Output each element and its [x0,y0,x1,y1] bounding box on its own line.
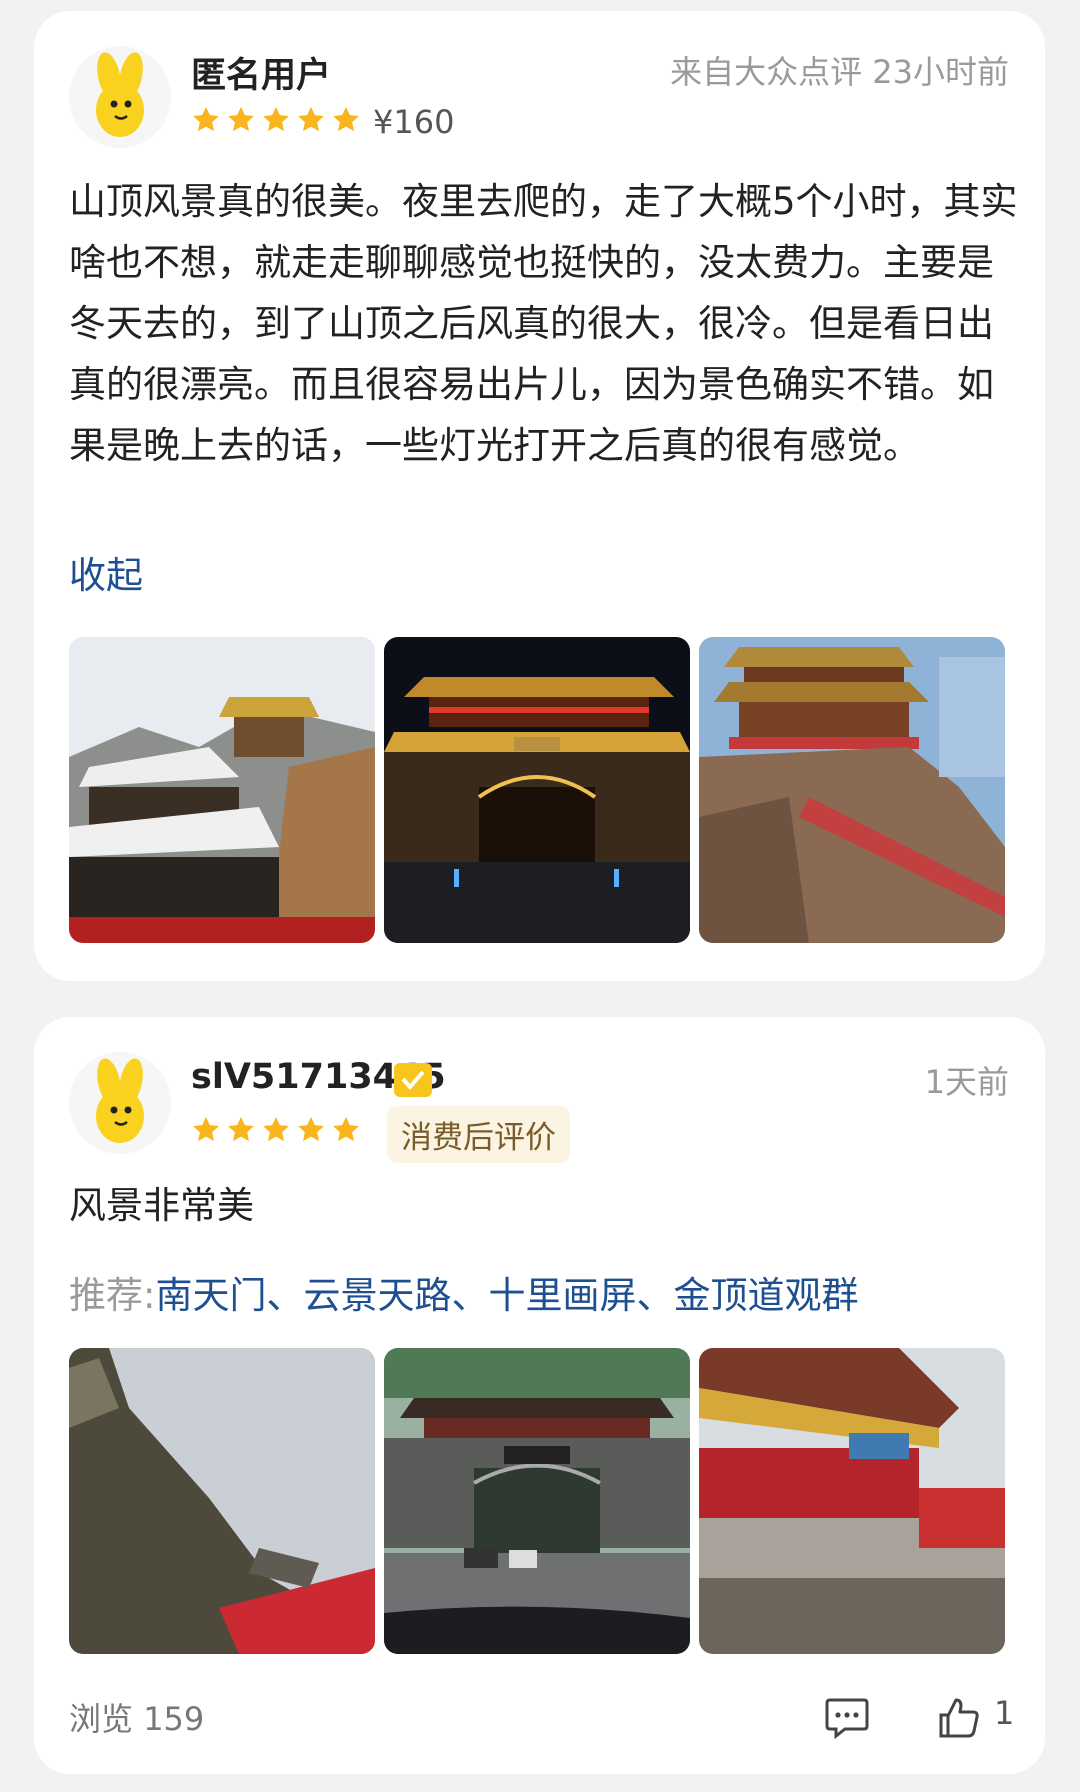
price-per-person: ¥160 [373,103,455,141]
timestamp: 1天前 [924,1063,1009,1101]
night-gate-photo[interactable] [384,637,690,943]
recommend-line: 推荐:南天门、云景天路、十里画屏、金顶道观群 [69,1265,858,1319]
avatar[interactable] [69,46,171,148]
photo-row [69,637,1005,943]
recommend-item[interactable]: 金顶道观群 [673,1274,858,1317]
mascot-avatar-icon [96,1058,144,1143]
star-icon [263,1116,289,1142]
star-icon [193,1116,219,1142]
comment-icon[interactable] [824,1696,870,1740]
star-icon [193,106,219,132]
cliff-path-photo[interactable] [69,1348,375,1654]
review-card: slV51713445 1天前 消费后评价 风景非常美 推荐:南天门、云景天路、… [34,1017,1045,1774]
recommend-item[interactable]: 云景天路 [303,1274,451,1317]
collapse-link[interactable]: 收起 [69,545,143,599]
star-icon [333,106,359,132]
cliff-temple-photo[interactable] [699,637,1005,943]
views-label: 浏览 [69,1700,134,1738]
views-count: 159 [143,1700,205,1738]
thumbs-up-icon[interactable] [937,1696,981,1740]
review-text: 山顶风景真的很美。夜里去爬的，走了大概5个小时，其实啥也不想，就走走聊聊感觉也挺… [69,180,1018,467]
verified-icon [394,1063,432,1097]
star-icon [263,106,289,132]
star-icon [298,106,324,132]
source-timestamp: 来自大众点评 23小时前 [670,53,1009,91]
snowy-temple-photo[interactable] [69,637,375,943]
red-ribbons-temple-photo[interactable] [699,1348,1005,1654]
star-icon [333,1116,359,1142]
star-rating [191,105,361,135]
star-rating [191,1115,361,1145]
recommend-label: 推荐: [69,1274,156,1317]
avatar[interactable] [69,1052,171,1154]
recommend-item[interactable]: 南天门 [155,1274,266,1317]
star-icon [298,1116,324,1142]
recommend-separator: 、 [266,1274,304,1317]
review-text: 风景非常美 [69,1184,254,1227]
username[interactable]: 匿名用户 [191,47,331,98]
mascot-avatar-icon [96,52,144,137]
post-purchase-review-tag: 消费后评价 [387,1106,570,1163]
recommend-separator: 、 [636,1274,674,1317]
like-count: 1 [994,1694,1015,1732]
star-icon [228,1116,254,1142]
review-card: 匿名用户 来自大众点评 23小时前 ¥160 山顶风景真的很美。夜里去爬的，走了… [34,11,1045,981]
day-gate-photo[interactable] [384,1348,690,1654]
photo-row [69,1348,1005,1654]
star-icon [228,106,254,132]
recommend-item[interactable]: 十里画屏 [488,1274,636,1317]
recommend-separator: 、 [451,1274,489,1317]
view-count: 浏览 159 [69,1694,204,1740]
